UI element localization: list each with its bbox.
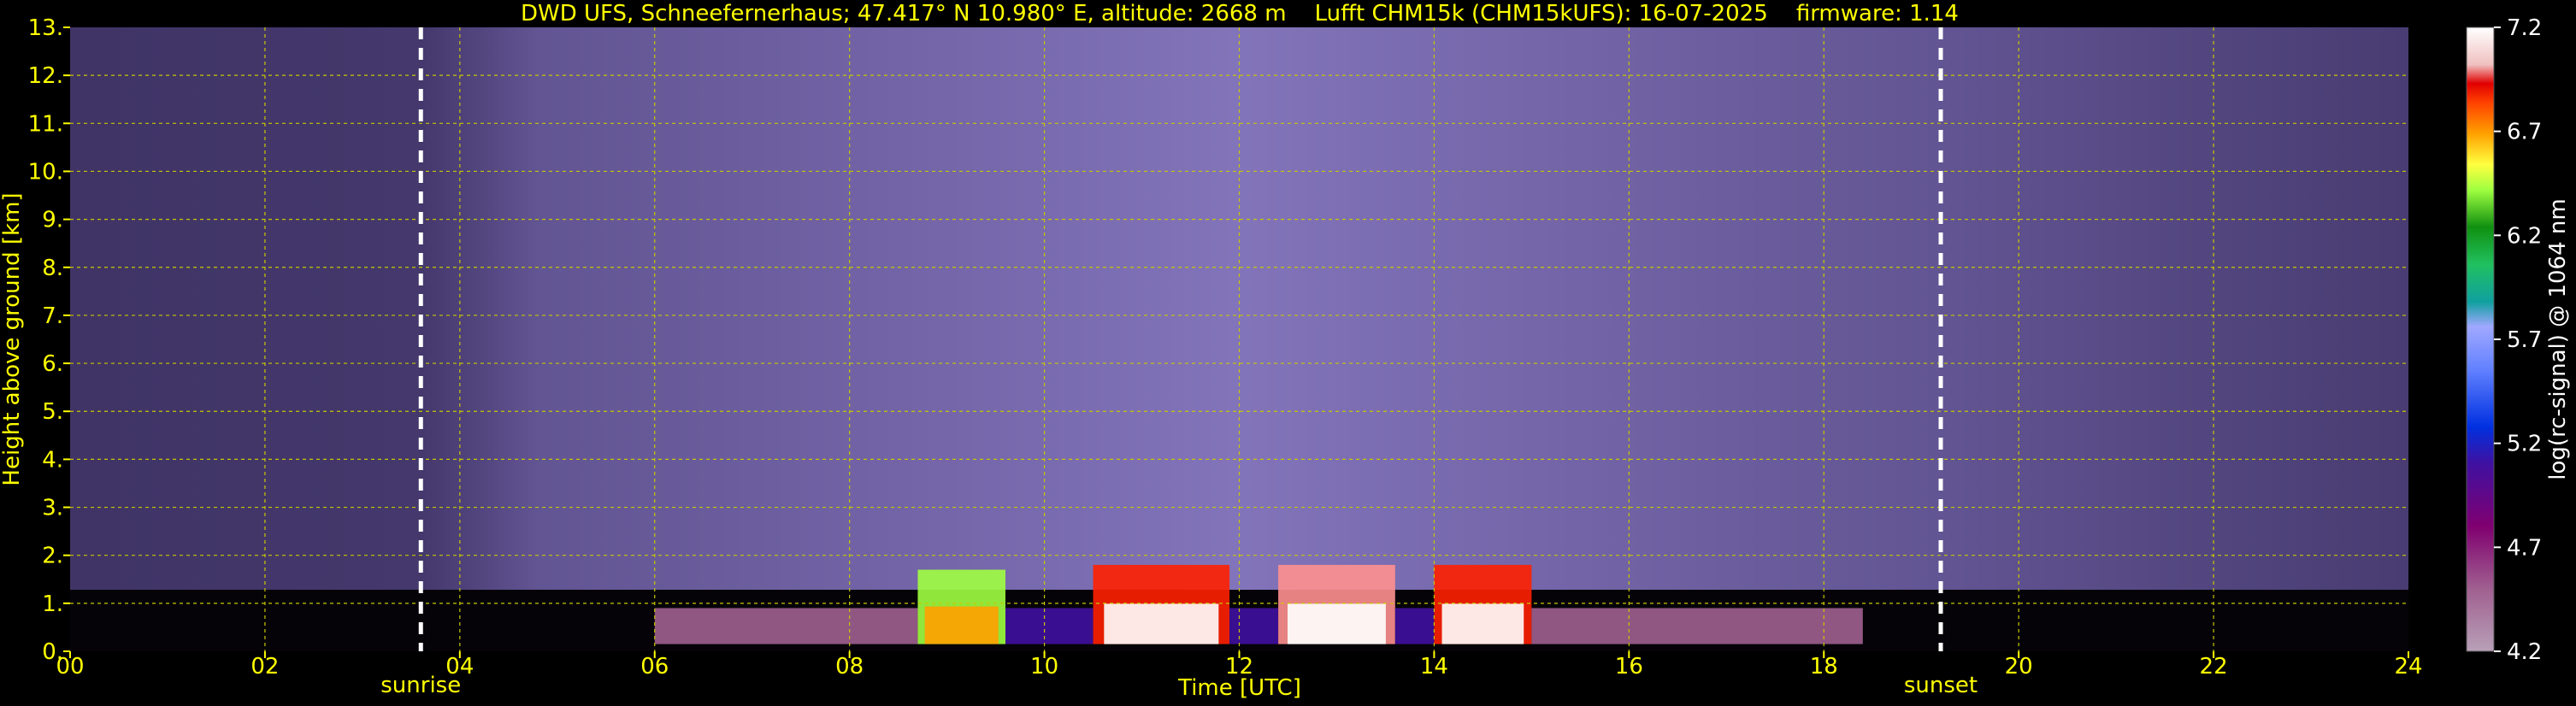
colorbar-tick-label: 6.2 <box>2507 223 2542 249</box>
chart-title: DWD UFS, Schneefernerhaus; 47.417° N 10.… <box>521 1 1959 26</box>
x-tick-label: 18 <box>1810 654 1838 680</box>
x-tick-label: 02 <box>251 654 279 680</box>
y-tick-label: 4. <box>42 447 63 473</box>
x-tick-label: 14 <box>1420 654 1448 680</box>
y-tick-label: 0. <box>42 639 63 665</box>
x-tick-label: 24 <box>2394 654 2422 680</box>
colorbar-tick-label: 6.7 <box>2507 120 2542 145</box>
x-tick-label: 08 <box>835 654 864 680</box>
y-tick-label: 12. <box>28 63 63 89</box>
x-tick-label: 20 <box>2005 654 2033 680</box>
x-tick-label: 16 <box>1615 654 1643 680</box>
ceilometer-plot: DWD UFS, Schneefernerhaus; 47.417° N 10.… <box>0 0 2576 706</box>
colorbar <box>2466 26 2495 652</box>
colorbar-tick-label: 4.7 <box>2507 535 2542 561</box>
backscatter-segment-4 <box>1229 608 1279 644</box>
y-axis-label: Height above ground [km] <box>0 192 25 485</box>
x-tick-label: 10 <box>1030 654 1058 680</box>
colorbar-tick-label: 7.2 <box>2507 15 2542 41</box>
backscatter-segment-8 <box>1531 608 1863 644</box>
backscatter-core-3 <box>1104 603 1219 644</box>
chart-svg: DWD UFS, Schneefernerhaus; 47.417° N 10.… <box>0 1 2571 701</box>
backscatter-segment-6 <box>1394 608 1435 644</box>
backscatter-core-5 <box>1288 603 1386 644</box>
y-tick-label: 6. <box>42 351 63 377</box>
x-axis-label: Time [UTC] <box>1177 675 1301 701</box>
sunset-label: sunset <box>1904 673 1978 698</box>
colorbar-tick-label: 5.2 <box>2507 432 2542 457</box>
colorbar-tick-label: 4.2 <box>2507 639 2542 665</box>
x-tick-label: 06 <box>640 654 669 680</box>
y-tick-label: 8. <box>42 256 63 281</box>
x-tick-label: 04 <box>445 654 474 680</box>
backscatter-segment-2 <box>1005 608 1093 644</box>
backscatter-segment-0 <box>654 608 918 644</box>
y-tick-label: 3. <box>42 496 63 521</box>
colorbar-tick-label: 5.7 <box>2507 327 2542 353</box>
backscatter-core-1 <box>924 606 999 644</box>
y-tick-label: 10. <box>28 159 63 185</box>
y-tick-label: 11. <box>28 111 63 137</box>
y-tick-label: 9. <box>42 208 63 233</box>
x-tick-label: 22 <box>2200 654 2228 680</box>
y-tick-label: 2. <box>42 544 63 569</box>
y-tick-label: 7. <box>42 303 63 329</box>
backscatter-core-7 <box>1441 603 1524 644</box>
y-tick-label: 13. <box>28 15 63 41</box>
colorbar-label: log(rc-signal) @ 1064 nm <box>2545 198 2571 479</box>
y-tick-label: 5. <box>42 399 63 425</box>
y-tick-label: 1. <box>42 591 63 617</box>
